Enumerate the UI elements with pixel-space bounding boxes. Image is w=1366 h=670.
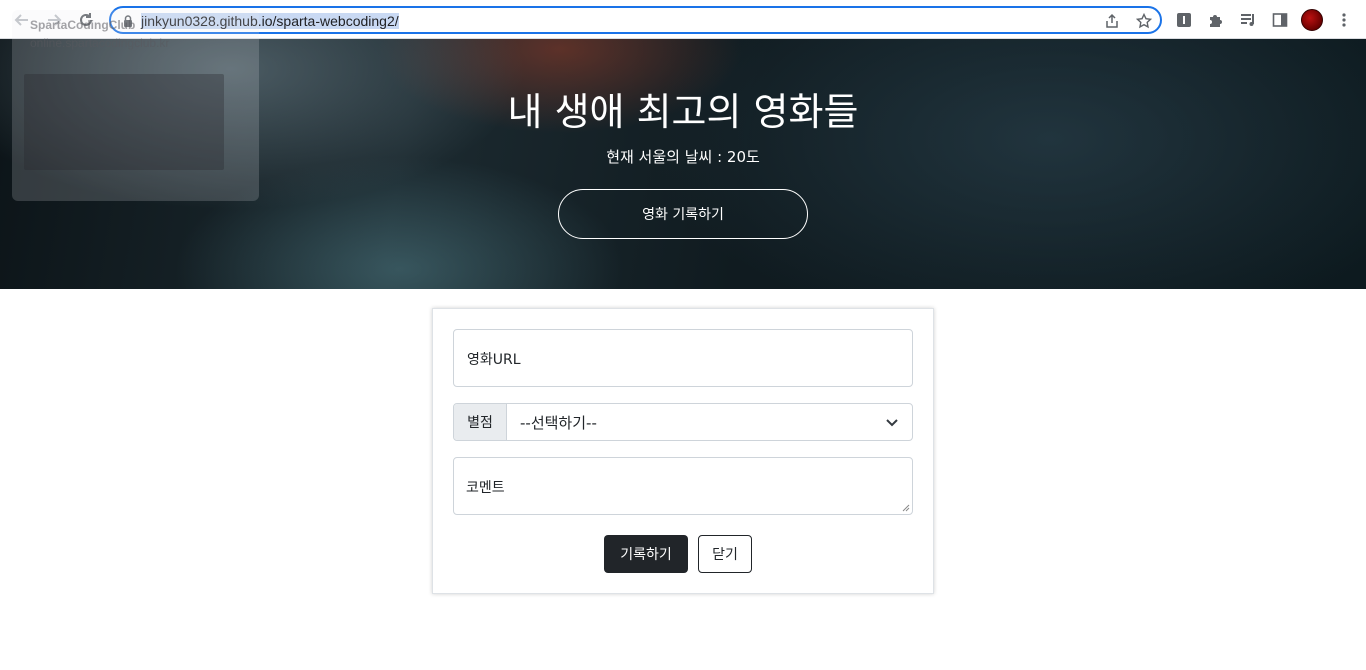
rating-input-group: 별점 --선택하기--	[453, 403, 913, 441]
comment-placeholder: 코멘트	[466, 480, 505, 496]
resize-handle-icon[interactable]	[902, 504, 910, 512]
rating-select[interactable]: --선택하기--	[508, 404, 912, 440]
profile-avatar[interactable]	[1301, 9, 1323, 31]
star-icon[interactable]	[1135, 12, 1153, 30]
movie-url-input[interactable]: 영화URL	[453, 329, 913, 387]
puzzle-icon[interactable]	[1205, 9, 1227, 31]
tab-preview-url: online.spartacodingclub.kr	[30, 36, 170, 50]
movie-url-placeholder: 영화URL	[467, 352, 521, 368]
comment-textarea[interactable]: 코멘트	[453, 457, 913, 515]
kebab-menu-icon[interactable]	[1333, 9, 1355, 31]
close-button[interactable]: 닫기	[698, 535, 752, 573]
share-icon[interactable]	[1103, 12, 1121, 30]
address-bar[interactable]: jinkyun0328.github.io/sparta-webcoding2/	[109, 6, 1162, 34]
movie-form-card: 영화URL 별점 --선택하기-- 코멘트 기록하기 닫기	[432, 308, 934, 594]
open-form-button[interactable]: 영화 기록하기	[558, 189, 808, 239]
rating-selected-value: --선택하기--	[520, 414, 597, 432]
rating-label: 별점	[454, 404, 507, 440]
tab-preview-thumbnail	[24, 74, 224, 170]
extension-badge-icon[interactable]	[1173, 9, 1195, 31]
side-panel-icon[interactable]	[1269, 9, 1291, 31]
media-list-icon[interactable]	[1237, 9, 1259, 31]
save-button[interactable]: 기록하기	[604, 535, 688, 573]
tab-hover-preview: SpartaCodingClub online.spartacodingclub…	[12, 10, 259, 201]
tab-preview-title: SpartaCodingClub	[30, 18, 136, 32]
chevron-down-icon	[886, 419, 898, 427]
